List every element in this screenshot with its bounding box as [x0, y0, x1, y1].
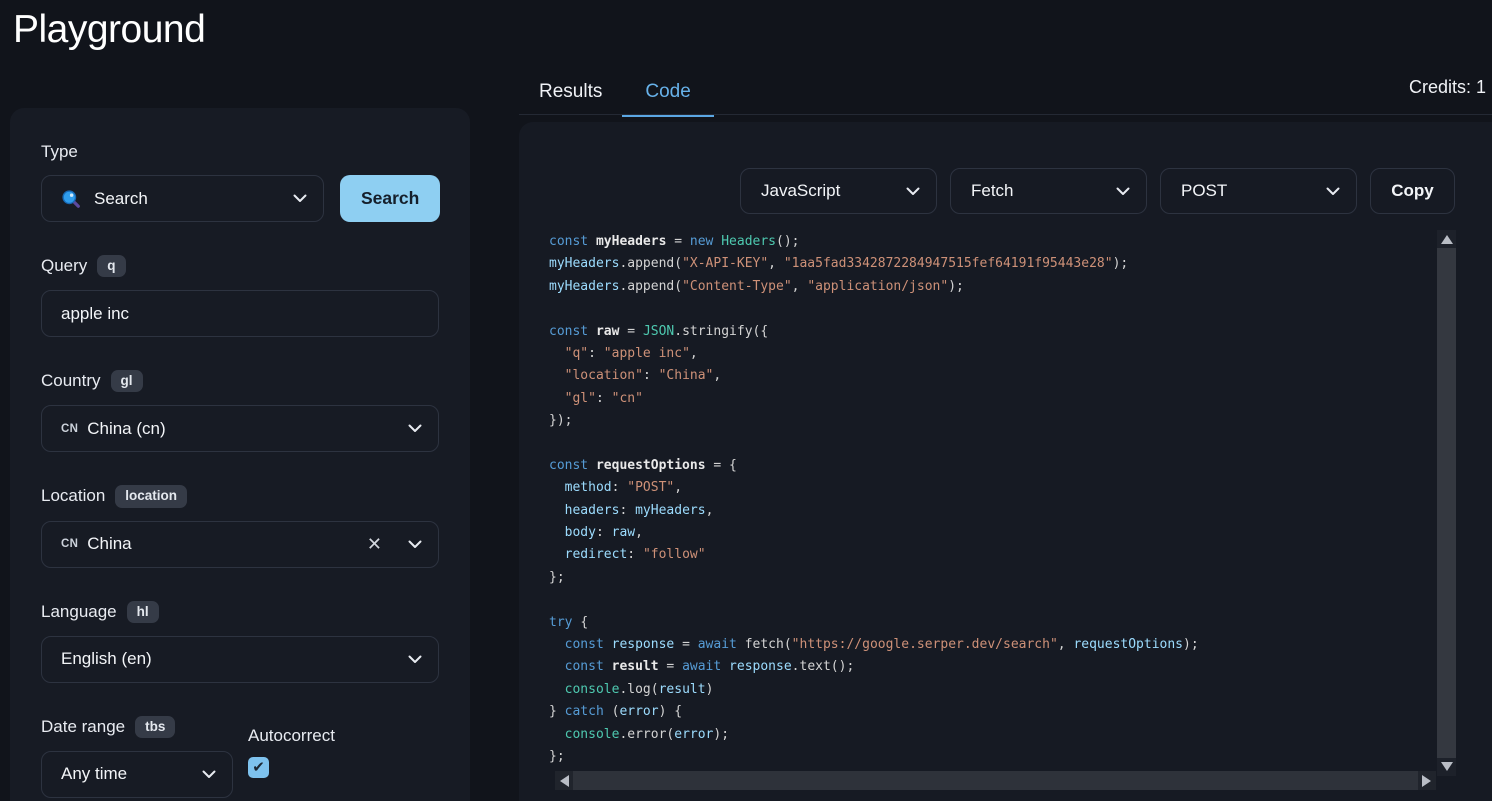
country-label: Country [41, 371, 101, 391]
vertical-scrollbar-thumb[interactable] [1437, 248, 1456, 758]
scroll-down-icon[interactable] [1441, 762, 1453, 771]
horizontal-scrollbar-thumb[interactable] [573, 771, 1418, 790]
language-dropdown[interactable]: JavaScript [740, 168, 937, 214]
daterange-param-badge: tbs [135, 716, 175, 738]
library-dropdown[interactable]: Fetch [950, 168, 1147, 214]
type-field: Type Search Search [41, 142, 440, 222]
credits-label: Credits: 1 [1409, 77, 1486, 98]
tab-code[interactable]: Code [622, 69, 713, 117]
chevron-down-icon [906, 187, 920, 196]
copy-button[interactable]: Copy [1370, 168, 1455, 214]
country-select-value: China (cn) [87, 419, 165, 439]
query-label: Query [41, 256, 87, 276]
scroll-right-icon[interactable] [1422, 775, 1431, 787]
query-field: Query q apple inc [41, 255, 440, 337]
autocorrect-field: Autocorrect ✔ [248, 726, 335, 798]
language-dropdown-value: JavaScript [761, 181, 840, 201]
chevron-down-icon [408, 540, 422, 549]
language-select[interactable]: English (en) [41, 636, 439, 683]
type-select[interactable]: Search [41, 175, 324, 222]
method-dropdown-value: POST [1181, 181, 1227, 201]
daterange-label: Date range [41, 717, 125, 737]
chevron-down-icon [293, 194, 307, 203]
clear-location-icon[interactable]: ✕ [363, 534, 386, 555]
daterange-select[interactable]: Any time [41, 751, 233, 798]
magnifier-icon [61, 189, 81, 209]
library-dropdown-value: Fetch [971, 181, 1014, 201]
page-title: Playground [13, 8, 205, 52]
scroll-up-icon[interactable] [1441, 235, 1453, 244]
playground-page: Playground Credits: 1 Results Code Type [0, 0, 1492, 801]
country-param-badge: gl [111, 370, 143, 392]
query-input[interactable]: apple inc [41, 290, 439, 337]
location-select[interactable]: CN China ✕ [41, 521, 439, 568]
country-select[interactable]: CN China (cn) [41, 405, 439, 452]
daterange-field: Date range tbs Any time [41, 716, 233, 798]
scroll-left-icon[interactable] [560, 775, 569, 787]
search-button[interactable]: Search [340, 175, 440, 222]
checkmark-icon: ✔ [252, 758, 265, 776]
chevron-down-icon [408, 424, 422, 433]
code-toolbar: JavaScript Fetch POST Copy [740, 168, 1455, 214]
location-select-value: China [87, 534, 131, 554]
vertical-scrollbar[interactable] [1437, 230, 1456, 776]
autocorrect-checkbox[interactable]: ✔ [248, 757, 269, 778]
code-panel: JavaScript Fetch POST Copy const myHeade… [519, 122, 1492, 801]
tabbar-divider [519, 114, 1492, 115]
language-field: Language hl English (en) [41, 601, 440, 683]
country-field: Country gl CN China (cn) [41, 370, 440, 452]
horizontal-scrollbar[interactable] [555, 771, 1436, 790]
chevron-down-icon [1326, 187, 1340, 196]
location-param-badge: location [115, 485, 187, 507]
location-flag-code: CN [61, 538, 78, 550]
tab-results[interactable]: Results [539, 68, 602, 116]
daterange-select-value: Any time [61, 764, 127, 784]
language-label: Language [41, 602, 117, 622]
location-label: Location [41, 486, 105, 506]
language-select-value: English (en) [61, 649, 152, 669]
chevron-down-icon [202, 770, 216, 779]
type-label: Type [41, 142, 78, 162]
country-flag-code: CN [61, 423, 78, 435]
query-param-badge: q [97, 255, 125, 277]
code-block: const myHeaders = new Headers();myHeader… [549, 231, 1429, 768]
autocorrect-label: Autocorrect [248, 726, 335, 746]
search-form-panel: Type Search Search [10, 108, 470, 801]
type-select-value: Search [94, 189, 148, 209]
location-field: Location location CN China ✕ [41, 485, 440, 567]
chevron-down-icon [408, 655, 422, 664]
method-dropdown[interactable]: POST [1160, 168, 1357, 214]
chevron-down-icon [1116, 187, 1130, 196]
tab-bar: Results Code [539, 68, 714, 116]
language-param-badge: hl [127, 601, 159, 623]
